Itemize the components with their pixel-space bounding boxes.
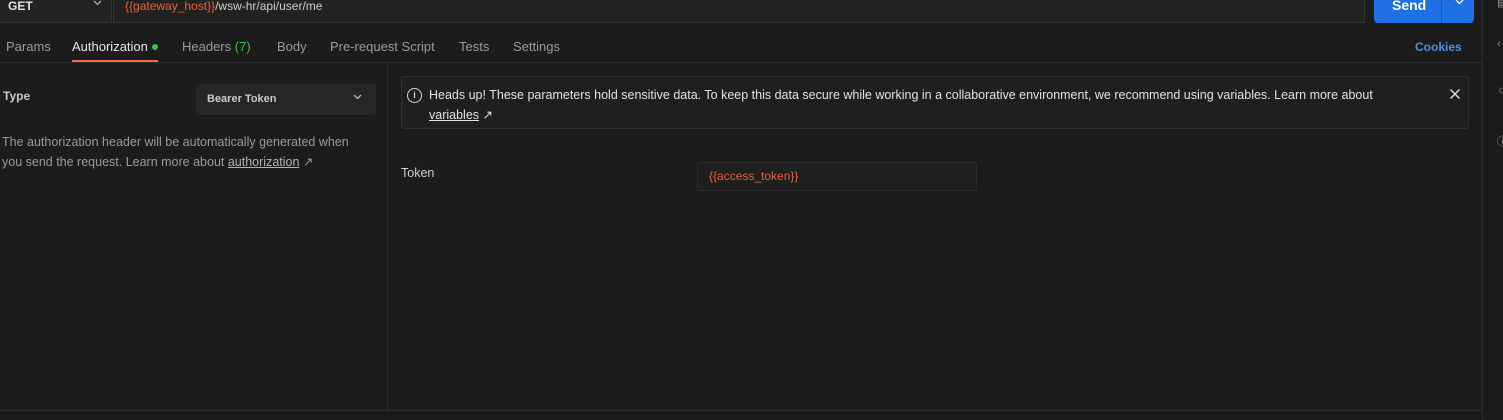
auth-type-value: Bearer Token xyxy=(207,93,277,105)
auth-config-pane: i Heads up! These parameters hold sensit… xyxy=(389,64,1482,410)
info-icon: i xyxy=(407,88,422,103)
tab-headers-label: Headers xyxy=(182,39,232,54)
tab-authorization-label: Authorization xyxy=(72,39,148,54)
document-icon[interactable]: ▤ xyxy=(1497,0,1503,9)
url-path: /wsw-hr/api/user/me xyxy=(215,0,323,13)
token-input[interactable]: {{access_token}} xyxy=(697,162,977,191)
external-link-icon: ↗ xyxy=(482,108,493,122)
variables-link[interactable]: variables xyxy=(429,108,479,122)
sensitive-data-banner: i Heads up! These parameters hold sensit… xyxy=(401,76,1469,129)
close-icon[interactable] xyxy=(1449,87,1461,105)
auth-type-pane: Type Bearer Token The authorization head… xyxy=(0,64,388,410)
url-variable: {{gateway_host}} xyxy=(125,0,216,13)
external-link-icon: ↗ xyxy=(302,155,314,169)
send-divider xyxy=(1441,0,1442,23)
authorization-link[interactable]: authorization xyxy=(228,155,300,169)
info-icon[interactable]: ⓘ xyxy=(1497,133,1503,149)
code-icon[interactable]: ‹ xyxy=(1497,38,1501,50)
right-sidebar: ▤ ‹ ☼ ⓘ xyxy=(1482,0,1503,420)
chevron-down-icon xyxy=(92,0,103,11)
active-tab-underline xyxy=(72,60,158,62)
banner-message: Heads up! These parameters hold sensitiv… xyxy=(429,85,1419,125)
send-button[interactable]: Send xyxy=(1374,0,1474,23)
banner-text: Heads up! These parameters hold sensitiv… xyxy=(429,88,1373,102)
tab-authorization[interactable]: Authorization xyxy=(72,39,158,54)
tab-body[interactable]: Body xyxy=(277,39,307,54)
auth-type-select[interactable]: Bearer Token xyxy=(196,84,376,115)
tab-headers[interactable]: Headers (7) xyxy=(182,39,251,54)
tab-settings[interactable]: Settings xyxy=(513,39,560,54)
tab-tests[interactable]: Tests xyxy=(459,39,489,54)
auth-description: The authorization header will be automat… xyxy=(2,132,372,172)
cookies-link[interactable]: Cookies xyxy=(1415,40,1462,54)
chevron-down-icon xyxy=(352,91,363,105)
bottom-bar xyxy=(0,410,1482,420)
settings-icon[interactable]: ☼ xyxy=(1497,84,1503,96)
method-label: GET xyxy=(8,0,33,13)
chevron-down-icon[interactable] xyxy=(1454,0,1465,10)
token-label: Token xyxy=(401,166,435,180)
request-tabs: Params Authorization Headers (7) Body Pr… xyxy=(0,33,1482,63)
token-value: {{access_token}} xyxy=(709,169,799,183)
headers-count: (7) xyxy=(234,39,251,54)
method-select[interactable]: GET xyxy=(0,0,112,23)
status-dot xyxy=(151,43,158,50)
type-label: Type xyxy=(3,89,31,103)
url-input[interactable]: {{gateway_host}}/wsw-hr/api/user/me xyxy=(113,0,1365,23)
send-label: Send xyxy=(1392,0,1427,13)
request-bar: GET {{gateway_host}}/wsw-hr/api/user/me … xyxy=(0,0,1482,24)
tab-prerequest[interactable]: Pre-request Script xyxy=(330,39,435,54)
tab-params[interactable]: Params xyxy=(6,39,51,54)
